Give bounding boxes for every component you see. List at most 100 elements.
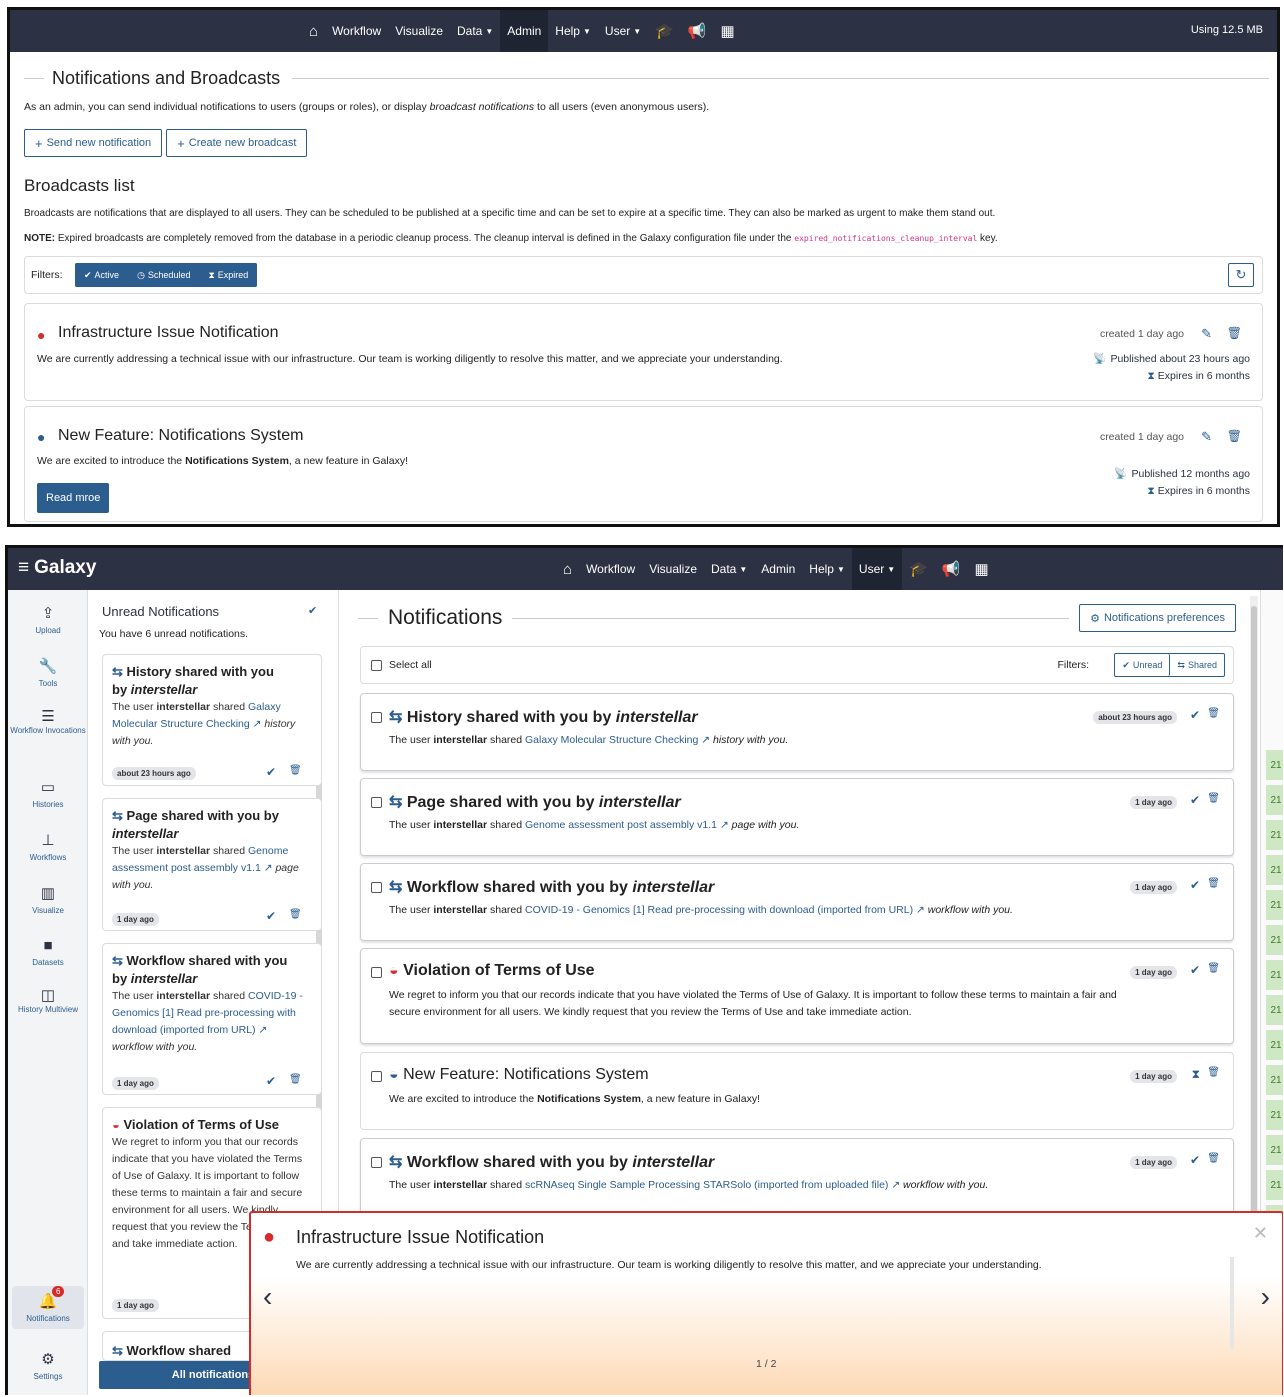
shared-item-link[interactable]: Genome assessment post assembly v1.1 (525, 819, 717, 831)
trash-icon[interactable]: 🗑 (289, 1074, 302, 1085)
notification-checkbox[interactable] (371, 712, 382, 723)
notification-checkbox[interactable] (371, 1071, 382, 1082)
history-item-edge[interactable]: 21 (1266, 1100, 1283, 1130)
scrollbar-thumb[interactable] (1251, 606, 1257, 1226)
nav-data[interactable]: Data ▼ (450, 10, 500, 52)
grid-icon[interactable]: ▦ (714, 10, 742, 52)
filter-scheduled[interactable]: ◷ Scheduled (128, 263, 200, 287)
history-item-edge[interactable]: 21 (1266, 890, 1283, 920)
check-icon[interactable]: ✔ (1190, 878, 1200, 892)
hourglass-icon[interactable]: ⧗ (1192, 1067, 1200, 1082)
history-item-edge[interactable]: 21 (1266, 1170, 1283, 1200)
trash-icon[interactable]: 🗑 (1207, 878, 1220, 889)
history-item-edge[interactable]: 21 (1266, 995, 1283, 1025)
unread-item[interactable]: ⇆ Workflow shared with you by interstell… (102, 943, 322, 1095)
home-icon[interactable]: ⌂ (556, 548, 579, 590)
check-double-icon[interactable]: ✔ (308, 604, 317, 617)
filter-active[interactable]: ✔ Active (75, 263, 129, 287)
check-icon[interactable]: ✔ (1190, 708, 1200, 722)
select-all-checkbox[interactable] (371, 659, 382, 671)
trash-icon[interactable]: 🗑 (1227, 429, 1242, 443)
notification-item[interactable]: ⇆ History shared with you by interstella… (360, 693, 1234, 771)
trash-icon[interactable]: 🗑 (1207, 1153, 1220, 1164)
history-item-edge[interactable]: 21 (1266, 785, 1283, 815)
notification-item[interactable]: ◒ Violation of Terms of Use We regret to… (360, 948, 1234, 1044)
nav-workflow[interactable]: Workflow (325, 10, 388, 52)
activity-upload[interactable]: ⇪ Upload (8, 604, 88, 635)
notification-checkbox[interactable] (371, 1157, 382, 1168)
trash-icon[interactable]: 🗑 (289, 909, 302, 920)
unread-item[interactable]: ⇆ History shared with you by interstella… (102, 654, 322, 786)
edit-icon[interactable]: ✎ (1201, 326, 1212, 342)
activity-settings[interactable]: ⚙ Settings (8, 1350, 88, 1381)
history-item-edge[interactable]: 21 (1266, 750, 1283, 780)
nav-user[interactable]: User ▼ (851, 548, 903, 590)
activity-notifications[interactable]: 🔔 6 Notifications (12, 1286, 84, 1329)
nav-user[interactable]: User ▼ (598, 10, 648, 52)
nav-admin[interactable]: Admin (500, 10, 549, 52)
notification-checkbox[interactable] (371, 967, 382, 978)
nav-data[interactable]: Data ▼ (704, 548, 754, 590)
trash-icon[interactable]: 🗑 (1207, 963, 1220, 974)
close-icon[interactable]: ✕ (1253, 1223, 1268, 1244)
notification-checkbox[interactable] (371, 797, 382, 808)
trash-icon[interactable]: 🗑 (1207, 793, 1220, 804)
filter-shared[interactable]: ⇆ Shared (1170, 654, 1224, 676)
check-icon[interactable]: ✔ (1190, 963, 1200, 977)
grid-icon[interactable]: ▦ (968, 548, 996, 590)
activity-workflows[interactable]: ⊥ Workflows (8, 831, 88, 862)
check-icon[interactable]: ✔ (266, 909, 276, 923)
activity-datasets[interactable]: ■ Datasets (8, 937, 88, 967)
unread-item[interactable]: ⇆ Page shared with you by interstellar T… (102, 798, 322, 931)
nav-help[interactable]: Help ▼ (802, 548, 852, 590)
history-item-edge[interactable]: 21 (1266, 1065, 1283, 1095)
edit-icon[interactable]: ✎ (1201, 429, 1212, 445)
trash-icon[interactable]: 🗑 (1227, 326, 1242, 340)
trash-icon[interactable]: 🗑 (289, 765, 302, 776)
graduation-cap-icon[interactable]: 🎓 (648, 10, 681, 52)
activity-tools[interactable]: 🔧 Tools (8, 657, 88, 688)
chevron-right-icon[interactable]: › (1261, 1281, 1270, 1313)
nav-admin[interactable]: Admin (754, 548, 802, 590)
notification-checkbox[interactable] (371, 882, 382, 893)
trash-icon[interactable]: 🗑 (1207, 708, 1220, 719)
check-icon[interactable]: ✔ (266, 1074, 276, 1088)
shared-item-link[interactable]: scRNAseq Single Sample Processing STARSo… (525, 1179, 888, 1191)
bullhorn-icon[interactable]: 📢 (681, 10, 714, 52)
create-broadcast-button[interactable]: + Create new broadcast (166, 129, 308, 157)
bullhorn-icon[interactable]: 📢 (935, 548, 968, 590)
check-icon[interactable]: ✔ (1190, 793, 1200, 807)
filter-unread[interactable]: ✔ Unread (1115, 654, 1171, 676)
graduation-cap-icon[interactable]: 🎓 (902, 548, 935, 590)
galaxy-brand[interactable]: ≡ Galaxy (18, 557, 96, 579)
toast-scrollbar[interactable] (1230, 1257, 1234, 1349)
notification-preferences-button[interactable]: ⚙ Notifications preferences (1079, 604, 1236, 632)
memory-usage[interactable]: Using 12.5 MB (1191, 24, 1263, 36)
history-item-edge[interactable]: 21 (1266, 1030, 1283, 1060)
check-icon[interactable]: ✔ (1190, 1153, 1200, 1167)
filter-expired[interactable]: ⧗ Expired (199, 263, 258, 287)
trash-icon[interactable]: 🗑 (1207, 1067, 1220, 1078)
nav-help[interactable]: Help ▼ (548, 10, 598, 52)
check-icon[interactable]: ✔ (266, 765, 276, 779)
activity-multiview[interactable]: ◫ History Multiview (8, 988, 88, 1016)
nav-workflow[interactable]: Workflow (579, 548, 642, 590)
activity-histories[interactable]: ▭ Histories (8, 778, 88, 809)
home-icon[interactable]: ⌂ (302, 10, 325, 52)
send-notification-button[interactable]: + Send new notification (24, 129, 163, 157)
notification-item[interactable]: ⇆ Workflow shared with you by interstell… (360, 863, 1234, 941)
notification-item[interactable]: ⇆ Page shared with you by interstellar T… (360, 778, 1234, 856)
history-item-edge[interactable]: 21 (1266, 960, 1283, 990)
shared-item-link[interactable]: Galaxy Molecular Structure Checking (525, 734, 698, 746)
history-item-edge[interactable]: 21 (1266, 855, 1283, 885)
select-all[interactable]: Select all (371, 659, 432, 671)
activity-visualize[interactable]: ▥ Visualize (8, 884, 88, 915)
activity-invocations[interactable]: ☰ Workflow Invocations (8, 709, 88, 738)
refresh-button[interactable]: ↻ (1228, 263, 1254, 287)
nav-visualize[interactable]: Visualize (642, 548, 704, 590)
history-item-edge[interactable]: 21 (1266, 820, 1283, 850)
history-item-edge[interactable]: 21 (1266, 925, 1283, 955)
notification-item[interactable]: ⇆ Workflow shared with you by interstell… (360, 1138, 1234, 1216)
read-more-button[interactable]: Read mroe (37, 483, 110, 513)
history-item-edge[interactable]: 21 (1266, 1135, 1283, 1165)
